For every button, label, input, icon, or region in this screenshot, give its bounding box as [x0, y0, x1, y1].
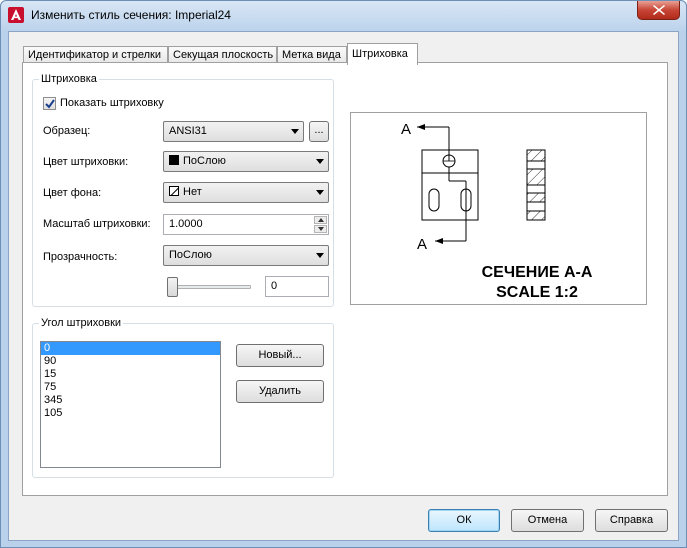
angle-list-item[interactable]: 90	[41, 355, 220, 368]
chevron-down-icon	[316, 159, 324, 164]
cancel-button[interactable]: Отмена	[511, 509, 584, 532]
chevron-down-icon	[291, 129, 299, 134]
section-arrow-label-top: A	[401, 121, 411, 138]
show-hatch-checkbox[interactable]	[43, 97, 56, 110]
hatch-color-value: ПоСлою	[183, 155, 226, 167]
hatch-scale-label: Масштаб штриховки:	[43, 218, 151, 230]
spin-up-button[interactable]	[314, 216, 327, 224]
transparency-value: ПоСлою	[169, 249, 212, 261]
pattern-browse-button[interactable]: ...	[309, 121, 329, 142]
chevron-down-icon	[316, 190, 324, 195]
angle-list-item[interactable]: 75	[41, 381, 220, 394]
chevron-down-icon	[316, 253, 324, 258]
dialog-client: Идентификатор и стрелки Секущая плоскост…	[8, 31, 679, 541]
dialog-window: Изменить стиль сечения: Imperial24 Идент…	[0, 0, 687, 548]
hatch-scale-input[interactable]: 1.0000	[163, 214, 329, 235]
spin-up-icon	[318, 218, 324, 222]
show-hatch-label[interactable]: Показать штриховку	[60, 97, 164, 109]
pattern-label: Образец:	[43, 125, 91, 137]
hatch-scale-value: 1.0000	[169, 218, 203, 230]
background-color-label: Цвет фона:	[43, 187, 102, 199]
transparency-dropdown[interactable]: ПоСлою	[163, 245, 329, 266]
close-icon	[653, 5, 665, 15]
hatch-angle-group: Угол штриховки 0 90 15 75 345 105 Новый... Уд…	[32, 317, 334, 478]
hatch-angle-list[interactable]: 0 90 15 75 345 105	[40, 341, 221, 468]
transparency-number-input[interactable]: 0	[265, 276, 329, 297]
pattern-dropdown[interactable]: ANSI31	[163, 121, 304, 142]
hatch-tab-panel: Штриховка Показать штриховку Образец: AN…	[22, 62, 668, 496]
angle-list-item[interactable]: 0	[41, 342, 220, 355]
spin-down-button[interactable]	[314, 225, 327, 233]
angle-list-item[interactable]: 15	[41, 368, 220, 381]
ok-button[interactable]: ОК	[428, 509, 500, 532]
section-preview-drawing: A A СЕЧЕНИЕ А-А SCALE 1:2	[401, 121, 593, 301]
angle-list-item[interactable]: 345	[41, 394, 220, 407]
spin-down-icon	[318, 227, 324, 231]
angle-list-item[interactable]: 105	[41, 407, 220, 420]
autocad-logo-icon	[8, 7, 24, 23]
hatch-preview: A A СЕЧЕНИЕ А-А SCALE 1:2	[350, 112, 647, 305]
transparency-slider-thumb[interactable]	[167, 277, 178, 297]
background-color-value: Нет	[183, 186, 202, 198]
help-button[interactable]: Справка	[595, 509, 668, 532]
hatch-color-label: Цвет штриховки:	[43, 156, 129, 168]
hatch-group: Штриховка Показать штриховку Образец: AN…	[32, 73, 334, 307]
transparency-label: Прозрачность:	[43, 251, 118, 263]
tab-hatch[interactable]: Штриховка	[347, 43, 418, 65]
hatch-group-legend: Штриховка	[39, 73, 99, 85]
color-swatch-icon	[169, 155, 179, 165]
hatch-angle-legend: Угол штриховки	[39, 317, 124, 329]
pattern-value: ANSI31	[169, 125, 207, 137]
preview-caption-line2: SCALE 1:2	[496, 284, 578, 301]
close-button[interactable]	[637, 1, 680, 20]
window-title: Изменить стиль сечения: Imperial24	[31, 8, 231, 22]
section-arrow-label-bottom: A	[417, 236, 427, 253]
transparency-number-value: 0	[271, 280, 278, 292]
delete-angle-button[interactable]: Удалить	[236, 380, 324, 403]
hatch-color-dropdown[interactable]: ПоСлою	[163, 151, 329, 172]
title-bar[interactable]: Изменить стиль сечения: Imperial24	[1, 1, 686, 31]
check-icon	[45, 99, 55, 109]
transparency-slider-track[interactable]	[169, 285, 251, 289]
hatch-scale-spinner[interactable]	[314, 216, 327, 233]
preview-caption-line1: СЕЧЕНИЕ А-А	[482, 264, 593, 281]
no-color-swatch-icon	[169, 186, 179, 196]
new-angle-button[interactable]: Новый...	[236, 344, 324, 367]
background-color-dropdown[interactable]: Нет	[163, 182, 329, 203]
